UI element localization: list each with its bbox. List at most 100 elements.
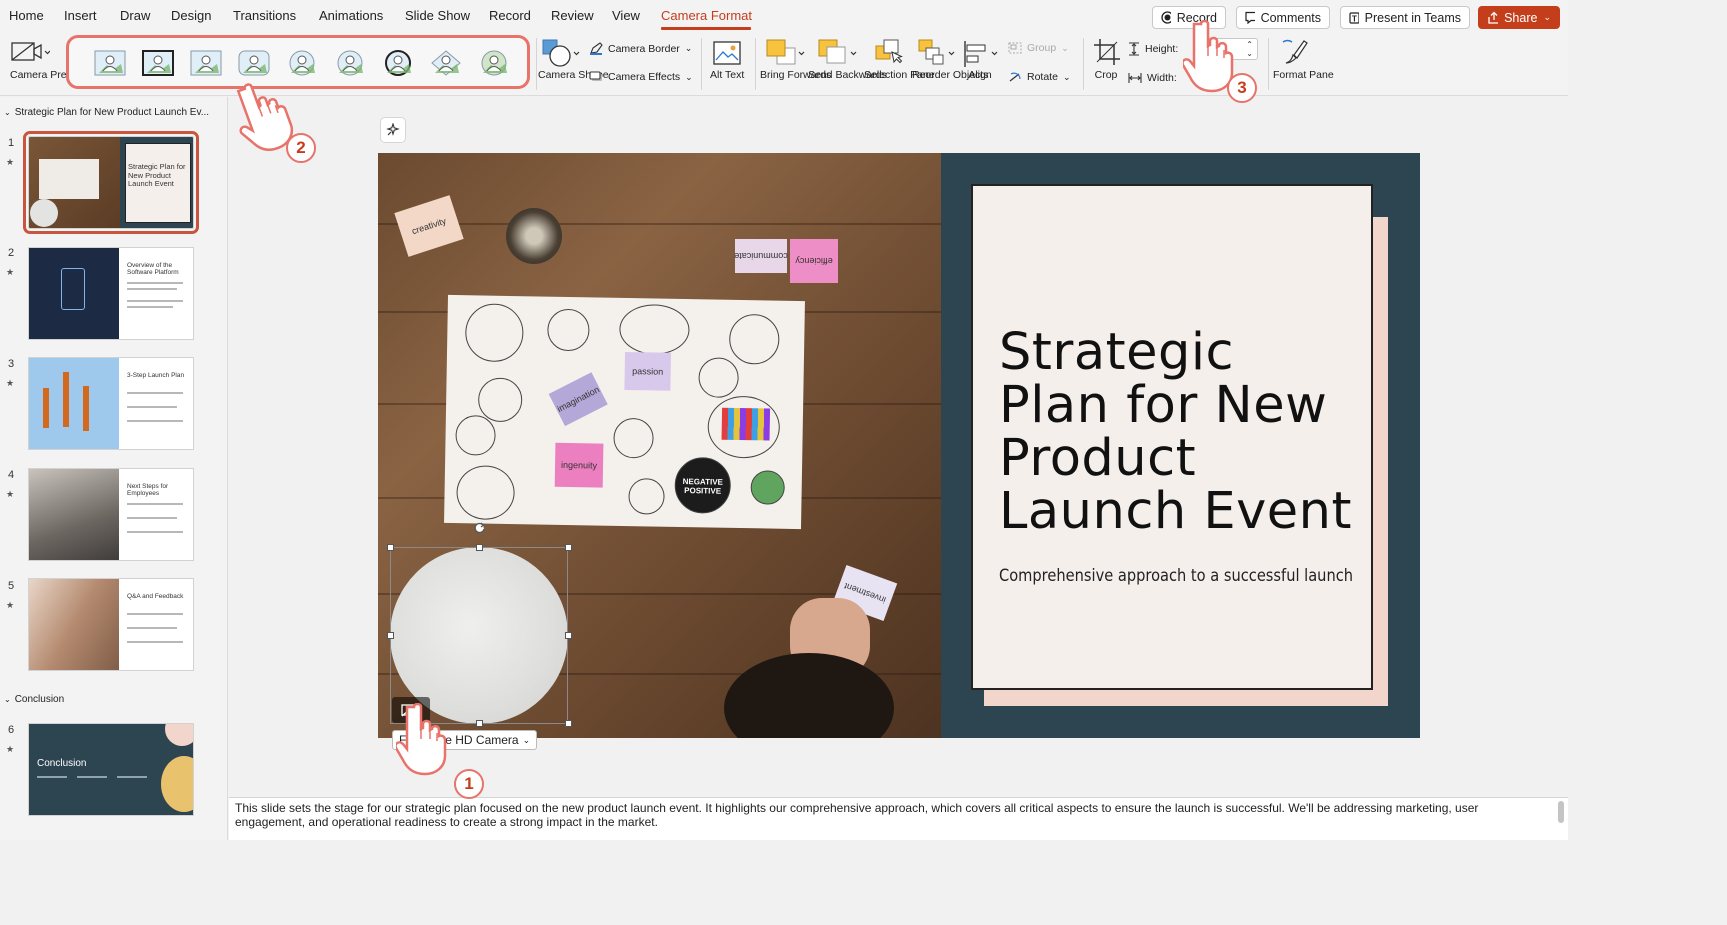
present-in-teams-label: Present in Teams <box>1364 10 1461 25</box>
tab-draw[interactable]: Draw <box>120 8 150 23</box>
sticky-note: creativity <box>394 195 464 257</box>
slide-subtitle[interactable]: Comprehensive approach to a successful l… <box>999 566 1353 586</box>
resize-handle[interactable] <box>565 544 572 551</box>
bring-forwards-icon[interactable] <box>765 38 807 68</box>
menu-bar: Home Insert Draw Design Transitions Anim… <box>0 0 1568 32</box>
crop-label[interactable]: Crop <box>1091 70 1121 81</box>
ribbon-divider <box>1083 38 1084 90</box>
camera-preview-icon[interactable] <box>10 40 50 64</box>
format-pane-label[interactable]: Format Pane <box>1273 70 1334 81</box>
camera-border-button[interactable]: Camera Border ⌄ <box>589 42 692 55</box>
slide-thumbnail-3[interactable]: 3-Step Launch Plan <box>28 357 194 450</box>
stepper-arrows-icon[interactable]: ⌃ ⌄ <box>1246 40 1253 58</box>
group-icon <box>1008 42 1022 54</box>
height-label: Height: <box>1145 43 1179 55</box>
send-backwards-icon[interactable] <box>817 38 859 68</box>
tab-camera-format[interactable]: Camera Format <box>661 8 752 23</box>
selection-pane-icon[interactable] <box>874 38 906 68</box>
camera-effects-label: Camera Effects <box>608 71 681 83</box>
star-icon: ★ <box>6 378 15 388</box>
slide-number: 2 <box>8 247 15 259</box>
camera-style-8[interactable] <box>429 49 463 77</box>
format-pane-icon[interactable] <box>1280 37 1310 67</box>
camera-style-6[interactable] <box>333 49 367 77</box>
alt-text-label[interactable]: Alt Text <box>710 70 744 81</box>
reorder-objects-icon[interactable] <box>917 38 957 68</box>
resize-handle[interactable] <box>565 720 572 727</box>
camera-styles-gallery[interactable] <box>66 35 530 89</box>
camera-style-5[interactable] <box>285 49 319 77</box>
section-header-conclusion[interactable]: ⌄ Conclusion <box>4 694 64 705</box>
chevron-down-icon[interactable]: ⌄ <box>1543 12 1551 23</box>
designer-button[interactable] <box>380 117 406 143</box>
camera-style-1[interactable] <box>93 49 127 77</box>
slide-title[interactable]: Strategic Plan for New Product Launch Ev… <box>999 326 1359 538</box>
person-hair <box>724 653 894 738</box>
tab-animations[interactable]: Animations <box>319 8 383 23</box>
align-label[interactable]: Align <box>962 70 998 81</box>
align-icon[interactable] <box>962 40 1002 68</box>
chevron-down-icon[interactable]: ⌄ <box>4 108 11 117</box>
camera-style-3[interactable] <box>189 49 223 77</box>
camera-style-4[interactable] <box>237 49 271 77</box>
slide-thumbnail-4[interactable]: Next Steps for Employees <box>28 468 194 561</box>
svg-text:T: T <box>1352 14 1357 23</box>
step-badge: 2 <box>286 133 316 163</box>
resize-handle[interactable] <box>387 544 394 551</box>
camera-effects-button[interactable]: Camera Effects ⌄ <box>589 71 693 83</box>
slide-thumbnail-2[interactable]: Overview of the Software Platform <box>28 247 194 340</box>
notes-scrollbar[interactable] <box>1558 801 1564 823</box>
speaker-notes[interactable]: This slide sets the stage for our strate… <box>229 797 1568 840</box>
thumbnail-title: Q&A and Feedback <box>127 593 184 600</box>
tab-transitions[interactable]: Transitions <box>233 8 296 23</box>
comments-button[interactable]: Comments <box>1236 6 1330 29</box>
camera-preview-label[interactable]: Camera Preview <box>10 70 88 81</box>
camera-style-9[interactable] <box>477 49 511 77</box>
tab-review[interactable]: Review <box>551 8 594 23</box>
slide-thumbnail-1[interactable]: Strategic Plan for New Product Launch Ev… <box>23 131 199 234</box>
share-button[interactable]: Share ⌄ <box>1478 6 1560 29</box>
tab-slide-show[interactable]: Slide Show <box>405 8 470 23</box>
rotate-handle-icon[interactable] <box>474 522 486 534</box>
slide-thumbnail-5[interactable]: Q&A and Feedback <box>28 578 194 671</box>
star-icon: ★ <box>6 600 15 610</box>
width-icon <box>1128 73 1142 83</box>
chevron-down-icon[interactable]: ⌄ <box>4 695 11 704</box>
tab-insert[interactable]: Insert <box>64 8 97 23</box>
bring-forwards-label[interactable]: Bring Forwards <box>760 70 831 81</box>
active-tab-indicator <box>661 27 751 30</box>
sticky-note: communicate <box>734 239 788 273</box>
resize-handle[interactable] <box>565 632 572 639</box>
group-button[interactable]: Group ⌄ <box>1008 42 1069 54</box>
camera-shape-label[interactable]: Camera Shape <box>538 70 609 81</box>
crop-icon[interactable] <box>1093 38 1121 66</box>
alt-text-icon[interactable] <box>712 40 742 68</box>
slide-thumbnails-panel: ⌄ Strategic Plan for New Product Launch … <box>0 97 228 840</box>
step-badge: 1 <box>454 769 484 799</box>
notes-text[interactable]: This slide sets the stage for our strate… <box>235 801 1547 829</box>
comments-label: Comments <box>1260 10 1321 25</box>
reorder-objects-label[interactable]: Reorder Objects <box>912 70 988 81</box>
tab-view[interactable]: View <box>612 8 640 23</box>
tab-design[interactable]: Design <box>171 8 211 23</box>
ribbon-divider <box>701 38 702 90</box>
send-backwards-label[interactable]: Send Backwards <box>808 70 887 81</box>
resize-handle[interactable] <box>476 544 483 551</box>
camera-style-7[interactable] <box>381 49 415 77</box>
resize-handle[interactable] <box>387 632 394 639</box>
group-label: Group <box>1027 42 1057 54</box>
selection-pane-label[interactable]: Selection Pane <box>864 70 935 81</box>
camera-style-2[interactable] <box>141 49 175 77</box>
tab-record[interactable]: Record <box>489 8 531 23</box>
cup <box>506 208 562 264</box>
section-header-main[interactable]: ⌄ Strategic Plan for New Product Launch … <box>4 107 209 118</box>
slide-thumbnail-6[interactable]: Conclusion <box>28 723 194 816</box>
thumbnail-title: Conclusion <box>37 758 87 769</box>
tab-home[interactable]: Home <box>9 8 44 23</box>
rotate-button[interactable]: Rotate ⌄ <box>1008 71 1070 83</box>
present-in-teams-button[interactable]: T Present in Teams <box>1340 6 1470 29</box>
resize-handle[interactable] <box>476 720 483 727</box>
share-icon <box>1488 11 1499 24</box>
camera-shape-icon[interactable] <box>541 38 581 68</box>
effects-icon <box>589 71 602 81</box>
